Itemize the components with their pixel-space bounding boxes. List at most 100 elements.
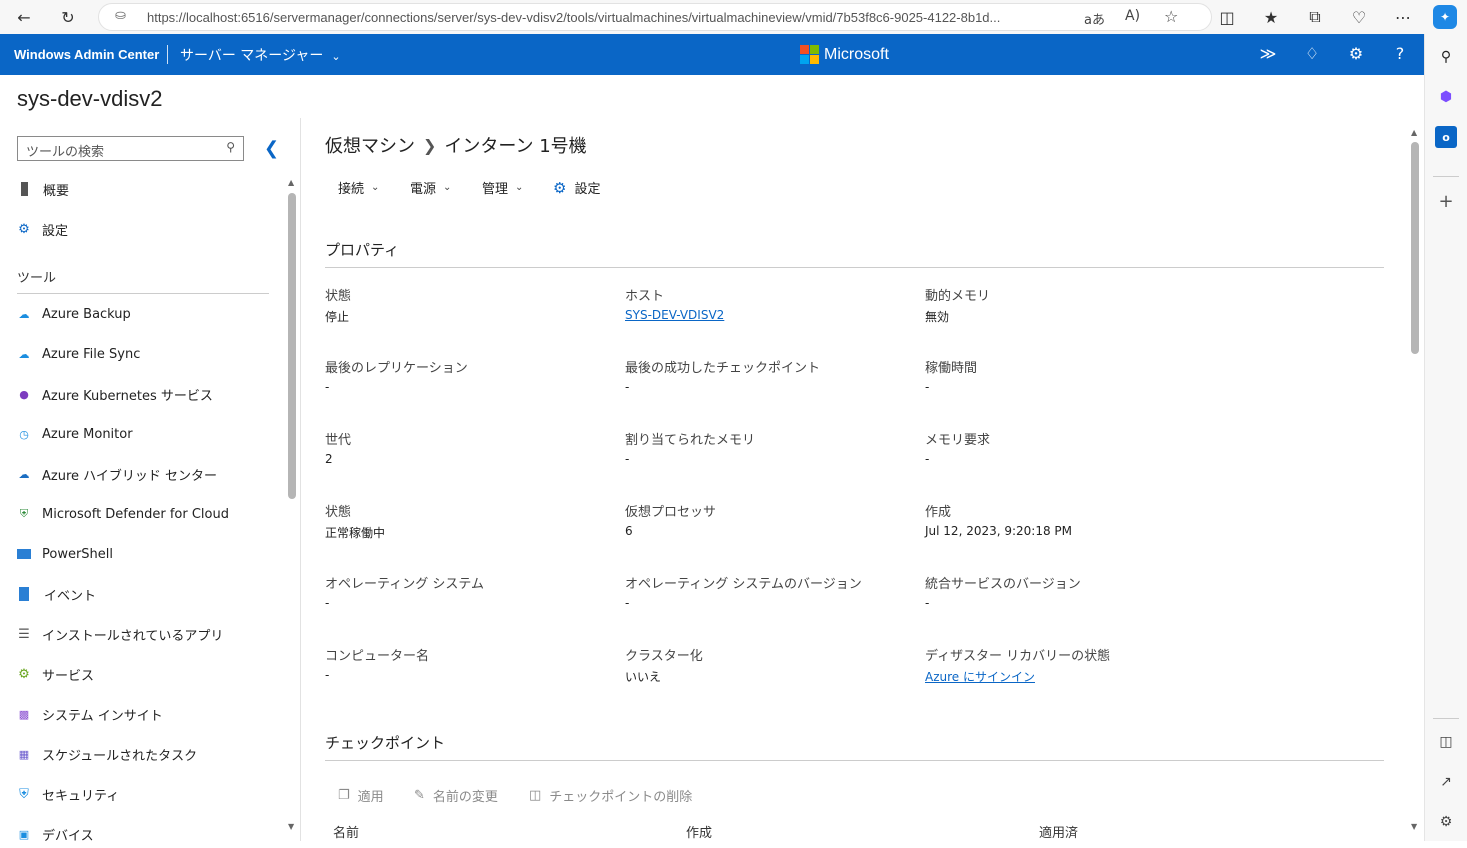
- property-value: Jul 12, 2023, 9:20:18 PM: [925, 524, 1073, 538]
- nav-item-system-insights[interactable]: ▩ システム インサイト: [17, 700, 163, 728]
- nav-item-azure-monitor[interactable]: ◷ Azure Monitor: [17, 420, 132, 448]
- property-value: いいえ: [625, 670, 662, 684]
- nav-label: イベント: [44, 588, 97, 604]
- nav-label: セキュリティ: [42, 788, 120, 804]
- nav-item-services[interactable]: ⚙ サービス: [17, 660, 94, 688]
- main-scroll-thumb[interactable]: [1411, 142, 1419, 354]
- search-icon[interactable]: ⚲: [1435, 46, 1457, 68]
- nav-item-installed-apps[interactable]: ☰ インストールされているアプリ: [17, 620, 223, 648]
- refresh-icon[interactable]: ↻: [56, 5, 80, 29]
- sidebar-settings-icon[interactable]: ⚙: [1435, 811, 1457, 833]
- help-icon[interactable]: ?: [1389, 44, 1411, 66]
- nav-item-azure-backup[interactable]: ☁ Azure Backup: [17, 300, 131, 328]
- tools-section-label: ツール: [17, 271, 57, 286]
- nav-label: サービス: [42, 668, 95, 684]
- open-external-icon[interactable]: ↗: [1435, 771, 1457, 793]
- sidebar-panel-icon[interactable]: ◫: [1435, 731, 1457, 753]
- column-header-created[interactable]: 作成: [686, 822, 712, 841]
- read-aloud-icon[interactable]: A): [1125, 8, 1140, 24]
- nav-item-security[interactable]: ⛨ セキュリティ: [17, 780, 119, 808]
- lock-icon[interactable]: ⛀: [115, 8, 126, 23]
- gear-icon: ⚙: [18, 221, 30, 237]
- scroll-down-icon[interactable]: ▼: [288, 822, 294, 831]
- nav-item-aks[interactable]: ● Azure Kubernetes サービス: [17, 380, 213, 408]
- pane-divider: [300, 118, 301, 841]
- rename-checkpoint-button[interactable]: ✎ 名前の変更: [414, 786, 498, 805]
- collections-icon[interactable]: ⧉: [1303, 5, 1327, 29]
- property-link[interactable]: SYS-DEV-VDISV2: [625, 308, 724, 322]
- favorite-star-icon[interactable]: ☆: [1164, 7, 1178, 26]
- nav-item-azure-hybrid[interactable]: ☁ Azure ハイブリッド センター: [17, 460, 218, 488]
- nav-label: PowerShell: [42, 546, 114, 562]
- favorites-icon[interactable]: ★: [1259, 5, 1283, 29]
- column-header-name[interactable]: 名前: [333, 822, 359, 841]
- property-value: -: [625, 380, 630, 394]
- address-bar[interactable]: ⛀ https://localhost:6516/servermanager/c…: [98, 3, 1212, 31]
- cloud-icon: ☁: [18, 467, 30, 481]
- nav-scroll-thumb[interactable]: [288, 193, 296, 499]
- app-title[interactable]: Windows Admin Center: [14, 47, 159, 62]
- nav-item-devices[interactable]: ▣ デバイス: [17, 820, 94, 848]
- mode-selector[interactable]: サーバー マネージャー ⌄: [180, 45, 341, 65]
- nav-item-powershell[interactable]: PowerShell: [17, 540, 113, 568]
- property-label: メモリ要求: [925, 433, 991, 448]
- nav-item-overview[interactable]: 概要: [17, 175, 69, 203]
- property-value: -: [625, 596, 630, 610]
- notification-bell-icon[interactable]: ♢: [1301, 44, 1323, 66]
- property-label: 稼働時間: [925, 361, 978, 376]
- nav-item-defender[interactable]: ⛨ Microsoft Defender for Cloud: [17, 500, 229, 528]
- apply-label: 適用: [357, 790, 384, 805]
- split-screen-icon[interactable]: ◫: [1215, 5, 1239, 29]
- scroll-up-icon[interactable]: ▲: [288, 178, 294, 187]
- nav-item-settings[interactable]: ⚙ 設定: [17, 215, 68, 243]
- scroll-up-icon[interactable]: ▲: [1411, 128, 1417, 137]
- settings-gear-icon[interactable]: ⚙: [1345, 44, 1367, 66]
- powershell-prompt-icon[interactable]: ≫: [1257, 44, 1279, 66]
- property-value: -: [925, 596, 930, 610]
- services-gear-icon: ⚙: [18, 666, 30, 682]
- scroll-down-icon[interactable]: ▼: [1411, 822, 1417, 831]
- properties-heading: プロパティ: [325, 241, 400, 259]
- back-arrow-icon[interactable]: ←: [12, 5, 36, 29]
- url-text[interactable]: https://localhost:6516/servermanager/con…: [147, 10, 1077, 25]
- power-label: 電源: [410, 182, 437, 197]
- microsoft-squares-icon: [800, 45, 819, 64]
- header-separator: [167, 45, 168, 64]
- outlook-icon[interactable]: o: [1435, 126, 1457, 148]
- apply-checkpoint-button[interactable]: ❐ 適用: [338, 786, 384, 805]
- manage-button[interactable]: 管理 ⌄: [482, 178, 523, 197]
- checkpoints-heading: チェックポイント: [325, 734, 446, 752]
- browser-sidebar: ⚲ ⬢ o + ◫ ↗ ⚙: [1424, 34, 1467, 841]
- delete-checkpoint-button[interactable]: ◫ チェックポイントの削除: [529, 786, 692, 805]
- collapse-nav-icon[interactable]: ❮: [264, 138, 279, 159]
- gear-icon: ⚙: [553, 178, 567, 197]
- sidebar-divider-bottom: [1433, 718, 1459, 719]
- breadcrumb-parent[interactable]: 仮想マシン: [325, 132, 415, 158]
- add-icon[interactable]: +: [1435, 190, 1457, 212]
- tool-search-input[interactable]: ツールの検索 ⚲: [17, 136, 244, 161]
- translate-icon[interactable]: aあ: [1084, 9, 1105, 28]
- chevron-down-icon: ⌄: [331, 50, 341, 63]
- vm-settings-button[interactable]: ⚙ 設定: [553, 178, 600, 198]
- property-label: 状態: [325, 505, 352, 520]
- search-placeholder: ツールの検索: [26, 145, 105, 160]
- nav-label: Azure ハイブリッド センター: [42, 468, 218, 484]
- connect-button[interactable]: 接続 ⌄: [338, 178, 379, 197]
- chevron-down-icon: ⌄: [443, 182, 452, 193]
- copilot-icon[interactable]: ✦: [1433, 5, 1457, 29]
- search-icon[interactable]: ⚲: [226, 140, 235, 154]
- office-icon[interactable]: ⬢: [1435, 86, 1457, 108]
- chevron-down-icon: ⌄: [371, 182, 380, 193]
- property-label: 仮想プロセッサ: [625, 505, 717, 520]
- property-value: 2: [325, 452, 333, 466]
- nav-item-scheduled-tasks[interactable]: ▦ スケジュールされたタスク: [17, 740, 197, 768]
- property-value: -: [925, 380, 930, 394]
- more-menu-icon[interactable]: ⋯: [1391, 5, 1415, 29]
- nav-item-azure-file-sync[interactable]: ☁ Azure File Sync: [17, 340, 141, 368]
- column-header-applied[interactable]: 適用済: [1039, 822, 1078, 841]
- property-link[interactable]: Azure にサインイン: [925, 668, 1035, 685]
- browser-essentials-icon[interactable]: ♡: [1347, 5, 1371, 29]
- nav-item-events[interactable]: イベント: [17, 580, 96, 608]
- property-value: -: [325, 380, 330, 394]
- power-button[interactable]: 電源 ⌄: [410, 178, 451, 197]
